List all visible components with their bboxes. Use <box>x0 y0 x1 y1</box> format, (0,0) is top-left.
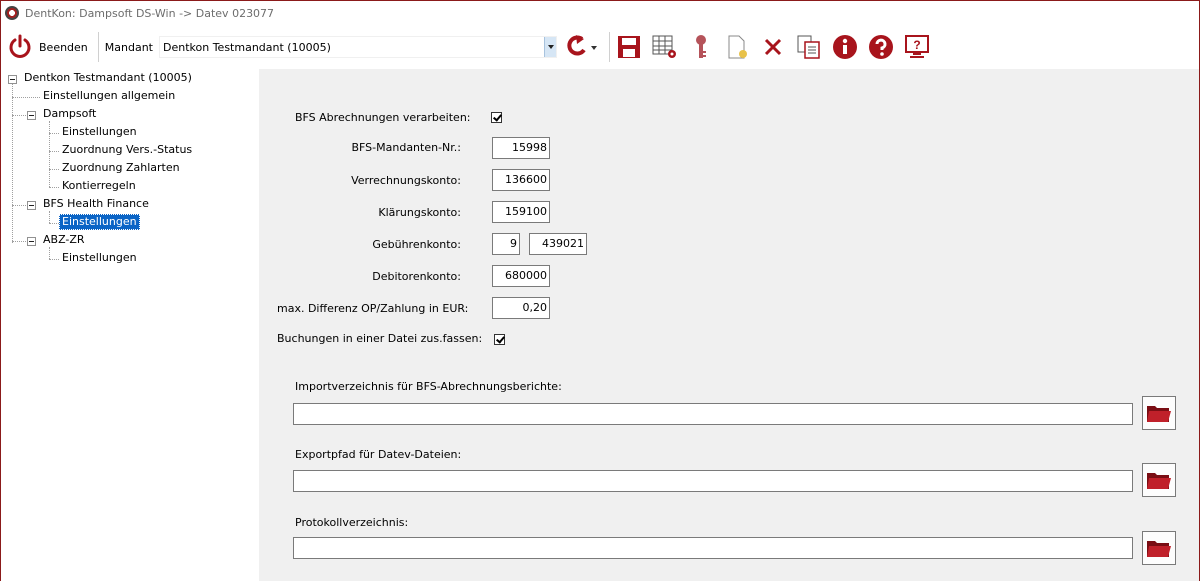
bfs-process-checkbox[interactable] <box>491 112 502 123</box>
tree-connector <box>49 133 59 134</box>
folder-icon <box>1147 473 1171 489</box>
export-path-field[interactable] <box>293 470 1133 492</box>
tree-item-dampsoft-einstellungen[interactable]: Einstellungen <box>60 124 139 140</box>
export-browse-button[interactable] <box>1142 463 1176 497</box>
gebuehren-prefix-field[interactable]: 9 <box>492 233 520 255</box>
quit-button-label: Beenden <box>39 40 88 54</box>
debitoren-field[interactable]: 680000 <box>492 265 550 287</box>
quit-button[interactable]: Beenden <box>1 30 94 64</box>
new-document-button[interactable] <box>722 32 752 62</box>
tree-collapse-icon[interactable] <box>27 111 36 120</box>
max-diff-field[interactable]: 0,20 <box>492 297 550 319</box>
tree-item-dampsoft[interactable]: Dampsoft <box>41 106 98 122</box>
debitoren-label: Debitorenkonto: <box>372 270 461 283</box>
folder-icon <box>1147 406 1171 422</box>
tree-connector <box>49 259 59 260</box>
tree-root[interactable]: Dentkon Testmandant (10005) <box>22 70 194 86</box>
svg-text:?: ? <box>913 38 920 52</box>
verrechnung-field[interactable]: 136600 <box>492 169 550 191</box>
max-diff-label: max. Differenz OP/Zahlung in EUR: <box>277 302 469 315</box>
import-browse-button[interactable] <box>1142 396 1176 430</box>
protokoll-label: Protokollverzeichnis: <box>295 516 409 529</box>
navigation-tree: Dentkon Testmandant (10005) Einstellunge… <box>1 69 259 581</box>
help-icon <box>869 35 893 59</box>
tree-collapse-icon[interactable] <box>8 75 17 84</box>
tree-connector <box>49 187 59 188</box>
bfs-mandant-label: BFS-Mandanten-Nr.: <box>351 141 462 154</box>
klaerung-field[interactable]: 159100 <box>492 201 550 223</box>
settings-panel: BFS Abrechnungen verarbeiten: BFS-Mandan… <box>259 69 1199 581</box>
help-button[interactable] <box>866 32 896 62</box>
tree-connector <box>49 211 50 223</box>
tree-connector <box>49 223 59 224</box>
chevron-down-icon[interactable] <box>544 37 556 57</box>
verrechnung-label: Verrechnungskonto: <box>351 174 461 187</box>
copy-button[interactable] <box>794 32 824 62</box>
tree-connector <box>12 79 13 243</box>
delete-icon <box>764 38 782 56</box>
bfs-mandant-field[interactable]: 15998 <box>492 137 550 159</box>
tree-connector <box>12 97 40 98</box>
tree-item-zuordnung-zahlarten[interactable]: Zuordnung Zahlarten <box>60 160 182 176</box>
app-icon <box>5 6 19 20</box>
refresh-icon <box>567 35 597 56</box>
toolbar-separator <box>609 32 610 62</box>
mandant-label: Mandant <box>104 40 153 54</box>
gebuehren-field[interactable]: 439021 <box>529 233 587 255</box>
buchungen-label: Buchungen in einer Datei zus.fassen: <box>277 332 483 345</box>
tree-connector <box>12 115 26 116</box>
title-bar: DentKon: Dampsoft DS-Win -> Datev 023077 <box>1 1 1199 25</box>
table-settings-icon <box>652 35 676 58</box>
tree-connector <box>49 121 50 187</box>
gebuehren-label: Gebührenkonto: <box>372 238 461 251</box>
buchungen-checkbox[interactable] <box>494 334 505 345</box>
toolbar-separator <box>97 32 99 62</box>
refresh-button[interactable] <box>563 32 599 62</box>
app-window: DentKon: Dampsoft DS-Win -> Datev 023077… <box>0 0 1200 581</box>
key-icon <box>696 35 706 58</box>
screen-help-icon: ? <box>905 35 929 58</box>
window-title: DentKon: Dampsoft DS-Win -> Datev 023077 <box>25 6 275 20</box>
tree-item-abz-einstellungen[interactable]: Einstellungen <box>60 250 139 266</box>
screen-help-button[interactable]: ? <box>902 32 932 62</box>
tree-item-abz-zr[interactable]: ABZ-ZR <box>41 232 87 248</box>
new-document-icon <box>728 35 747 59</box>
tree-connector <box>49 169 59 170</box>
tree-item-zuordnung-vers-status[interactable]: Zuordnung Vers.-Status <box>60 142 194 158</box>
protokoll-path-field[interactable] <box>293 537 1133 559</box>
power-icon <box>9 34 31 58</box>
toolbar: Beenden Mandant Dentkon Testmandant (100… <box>1 27 1199 67</box>
info-button[interactable] <box>830 32 860 62</box>
tree-collapse-icon[interactable] <box>27 237 36 246</box>
save-icon <box>618 36 640 58</box>
tree-connector <box>12 205 26 206</box>
tree-item-einstellungen-allgemein[interactable]: Einstellungen allgemein <box>41 88 177 104</box>
tree-item-kontierregeln[interactable]: Kontierregeln <box>60 178 138 194</box>
tree-item-bfs-einstellungen[interactable]: Einstellungen <box>59 214 140 230</box>
folder-icon <box>1147 541 1171 557</box>
tree-connector <box>49 247 50 259</box>
bfs-process-label: BFS Abrechnungen verarbeiten: <box>295 111 471 124</box>
tree-collapse-icon[interactable] <box>27 201 36 210</box>
key-button[interactable] <box>686 32 716 62</box>
import-path-field[interactable] <box>293 403 1133 425</box>
tree-connector <box>49 151 59 152</box>
delete-button[interactable] <box>758 32 788 62</box>
klaerung-label: Klärungskonto: <box>378 206 461 219</box>
tree-connector <box>12 241 26 242</box>
save-button[interactable] <box>614 32 644 62</box>
import-label: Importverzeichnis für BFS-Abrechnungsber… <box>295 380 562 393</box>
mandant-value: Dentkon Testmandant (10005) <box>163 40 331 54</box>
export-label: Exportpfad für Datev-Dateien: <box>295 448 462 461</box>
info-icon <box>833 35 857 59</box>
copy-icon <box>797 35 820 59</box>
protokoll-browse-button[interactable] <box>1142 531 1176 565</box>
table-settings-button[interactable] <box>650 32 680 62</box>
tree-item-bfs-health-finance[interactable]: BFS Health Finance <box>41 196 151 212</box>
mandant-dropdown[interactable]: Dentkon Testmandant (10005) <box>159 36 557 58</box>
